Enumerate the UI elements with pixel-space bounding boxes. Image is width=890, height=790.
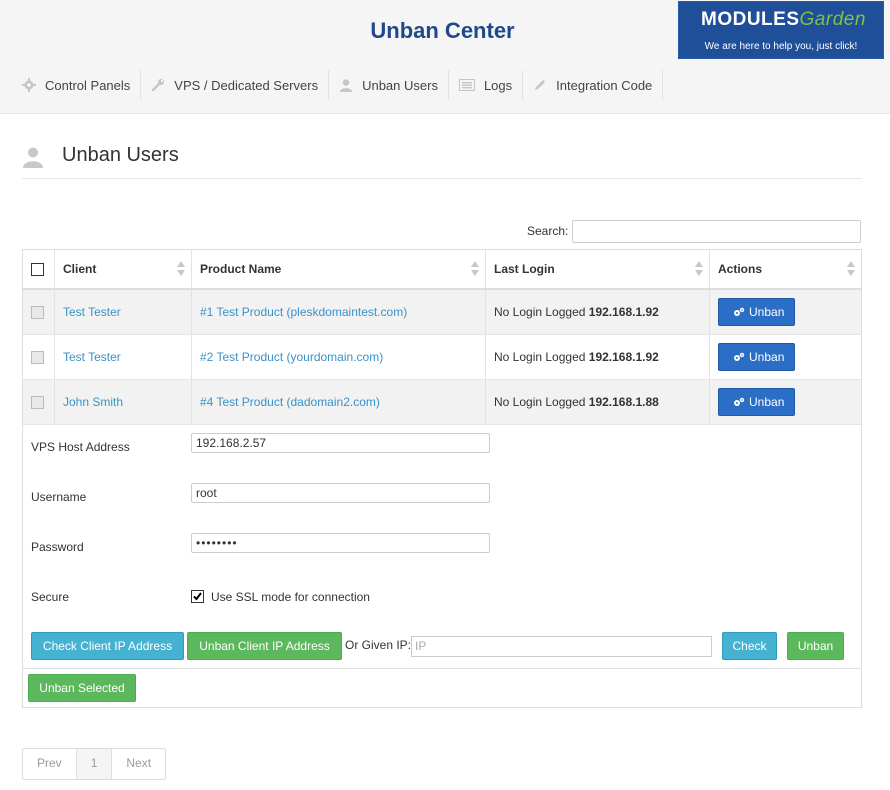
last-login-text: No Login Logged [494, 395, 586, 409]
table-row: Test Tester #1 Test Product (pleskdomain… [23, 289, 861, 335]
logo-brand: MODULESGarden [701, 9, 866, 30]
check-ip-button[interactable]: Check [722, 632, 777, 660]
check-client-ip-button[interactable]: Check Client IP Address [31, 632, 184, 660]
client-cell: Test Tester [54, 289, 192, 335]
product-link[interactable]: #1 Test Product (pleskdomaintest.com) [200, 305, 407, 319]
column-header-product[interactable]: Product Name [191, 250, 486, 290]
actions-cell: Unban [709, 334, 861, 380]
client-link[interactable]: Test Tester [63, 350, 121, 364]
last-login-ip: 192.168.1.88 [588, 395, 659, 409]
row-checkbox[interactable] [31, 396, 44, 410]
product-cell: #1 Test Product (pleskdomaintest.com) [191, 289, 486, 335]
host-input[interactable]: 192.168.2.57 [191, 433, 490, 453]
pencil-icon [535, 80, 546, 90]
list-icon [458, 79, 475, 91]
search-input[interactable] [572, 220, 861, 243]
prev-page-button[interactable]: Prev [23, 749, 77, 779]
nav-label: Logs [483, 77, 513, 93]
page-title: Unban Users [62, 144, 179, 166]
select-all-cell [23, 250, 55, 290]
actions-cell: Unban [709, 289, 861, 335]
product-cell: #2 Test Product (yourdomain.com) [191, 334, 486, 380]
row-checkbox[interactable] [31, 306, 44, 320]
nav-label: Control Panels [45, 77, 131, 93]
host-label: VPS Host Address [31, 440, 130, 454]
page-title-bar: Unban Users [22, 140, 862, 179]
gears-icon [734, 397, 745, 406]
logo-tagline: We are here to help you, just click! [704, 41, 858, 52]
sort-icon [177, 261, 185, 277]
last-login-cell: No Login Logged 192.168.1.92 [485, 334, 710, 380]
checkmark-icon [193, 592, 202, 601]
nav-item-logs[interactable]: Logs [449, 70, 524, 100]
row-select-cell [23, 334, 55, 380]
unban-button[interactable]: Unban [718, 298, 796, 326]
page-1-button[interactable]: 1 [76, 749, 113, 779]
product-link[interactable]: #4 Test Product (dadomain2.com) [200, 395, 380, 409]
last-login-ip: 192.168.1.92 [588, 305, 659, 319]
sort-icon [847, 261, 855, 277]
modulesgarden-logo[interactable]: MODULESGarden We are here to help you, j… [678, 1, 884, 59]
table-header-row: Client Product Name Last Login Actions [23, 250, 861, 290]
product-link[interactable]: #2 Test Product (yourdomain.com) [200, 350, 383, 364]
ssl-checkbox[interactable] [191, 590, 204, 603]
unban-ip-button[interactable]: Unban [787, 632, 844, 660]
header: Unban Center MODULESGarden We are here t… [0, 0, 890, 114]
actions-cell: Unban [709, 379, 861, 425]
table-row: John Smith #4 Test Product (dadomain2.co… [23, 379, 861, 425]
or-given-ip-label: Or Given IP: [345, 638, 412, 652]
unban-button[interactable]: Unban [718, 388, 796, 416]
next-page-button[interactable]: Next [112, 749, 165, 779]
main-nav: Control Panels VPS / Dedicated Servers U… [12, 70, 664, 100]
last-login-text: No Login Logged [494, 350, 586, 364]
table-row: Test Tester #2 Test Product (yourdomain.… [23, 334, 861, 380]
client-link[interactable]: John Smith [63, 395, 123, 409]
client-cell: Test Tester [54, 334, 192, 380]
column-header-last-login[interactable]: Last Login [485, 250, 710, 290]
gear-icon [22, 78, 36, 92]
column-header-client[interactable]: Client [54, 250, 192, 290]
secure-label: Secure [31, 590, 70, 604]
gears-icon [734, 307, 745, 316]
password-input[interactable]: •••••••• [191, 533, 490, 553]
ssl-option-label: Use SSL mode for connection [211, 590, 370, 604]
column-header-actions[interactable]: Actions [709, 250, 861, 290]
last-login-ip: 192.168.1.92 [588, 350, 659, 364]
nav-label: Unban Users [362, 77, 438, 93]
password-label: Password [31, 540, 84, 554]
client-cell: John Smith [54, 379, 192, 425]
nav-label: Integration Code [556, 77, 653, 93]
row-select-cell [23, 289, 55, 335]
gears-icon [734, 352, 745, 361]
nav-item-unban-users[interactable]: Unban Users [329, 70, 449, 100]
sort-icon [471, 261, 479, 277]
last-login-cell: No Login Logged 192.168.1.88 [485, 379, 710, 425]
unban-client-ip-button[interactable]: Unban Client IP Address [187, 632, 342, 660]
product-cell: #4 Test Product (dadomain2.com) [191, 379, 486, 425]
username-label: Username [31, 490, 87, 504]
unban-selected-button[interactable]: Unban Selected [28, 674, 136, 702]
username-input[interactable]: root [191, 483, 490, 503]
last-login-cell: No Login Logged 192.168.1.92 [485, 289, 710, 335]
unban-button[interactable]: Unban [718, 343, 796, 371]
last-login-text: No Login Logged [494, 305, 586, 319]
client-link[interactable]: Test Tester [63, 305, 121, 319]
row-checkbox[interactable] [31, 351, 44, 365]
nav-item-vps-dedicated[interactable]: VPS / Dedicated Servers [141, 70, 330, 100]
divider [23, 668, 861, 669]
nav-label: VPS / Dedicated Servers [174, 77, 319, 93]
given-ip-input[interactable]: IP [411, 636, 712, 657]
select-all-checkbox[interactable] [31, 263, 44, 277]
nav-item-integration-code[interactable]: Integration Code [523, 70, 664, 100]
wrench-icon [152, 79, 165, 92]
users-table: Client Product Name Last Login Actions T… [23, 250, 861, 425]
search-label: Search: [527, 224, 569, 238]
row-select-cell [23, 379, 55, 425]
user-icon [23, 147, 43, 168]
user-icon [340, 79, 353, 92]
pagination: Prev 1 Next [22, 748, 167, 780]
nav-item-control-panels[interactable]: Control Panels [12, 70, 142, 100]
sort-icon [695, 261, 703, 277]
